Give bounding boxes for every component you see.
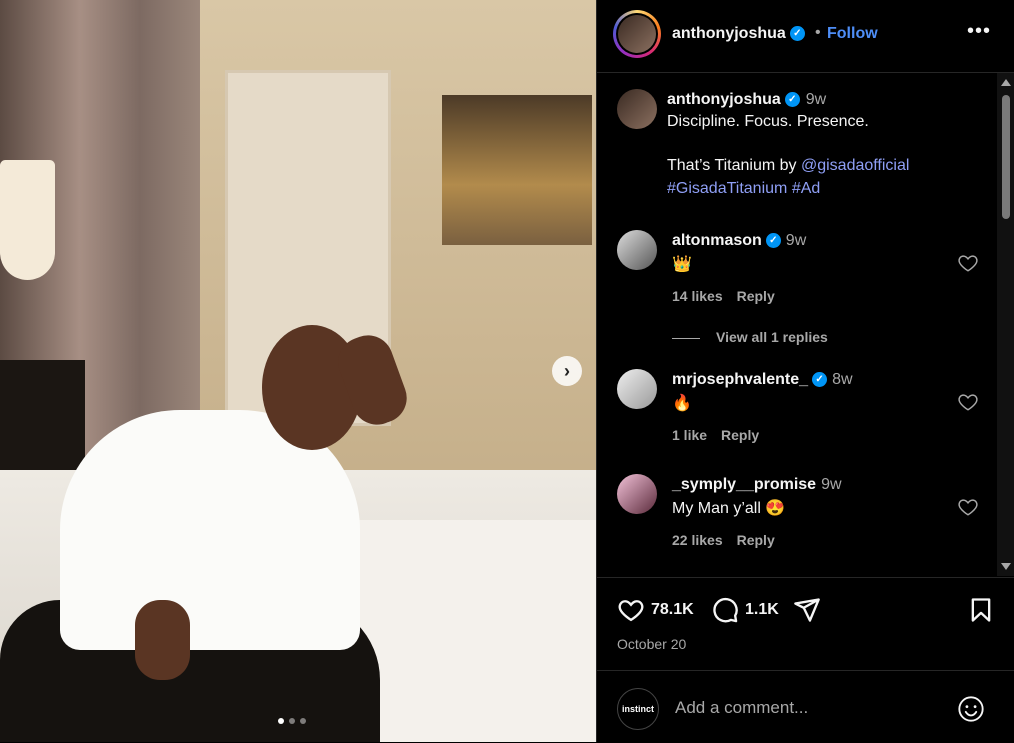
comment-header: altonmason ✓ 9w (672, 232, 806, 250)
caption-text: Discipline. Focus. Presence. (667, 113, 869, 130)
caption-username[interactable]: anthonyjoshua (667, 91, 781, 108)
comment-time: 9w (821, 476, 842, 493)
comment-input[interactable] (673, 697, 937, 719)
author-avatar[interactable] (618, 15, 656, 53)
comment-text: 👑 (672, 256, 692, 273)
post-actions: 78.1K 1.1K October 20 (597, 577, 1014, 670)
emoji-icon[interactable] (957, 695, 985, 723)
share-button[interactable] (793, 596, 821, 624)
caption-hashtags: #GisadaTitanium #Ad (667, 180, 820, 198)
heart-icon[interactable] (957, 391, 979, 413)
bookmark-icon[interactable] (967, 596, 995, 624)
photo-cabinet (0, 360, 85, 480)
comment-text: My Man y’all 😍 (672, 500, 786, 517)
caption-avatar[interactable] (617, 89, 657, 129)
follow-button[interactable]: Follow (827, 25, 878, 43)
commenter-username[interactable]: mrjosephvalente_ (672, 371, 808, 388)
comment-text: 🔥 (672, 395, 692, 412)
post-header: anthonyjoshua ✓ • Follow ••• (597, 0, 1014, 73)
comment-button[interactable]: 1.1K (711, 596, 779, 624)
caption-time: 9w (805, 91, 827, 108)
commenter-username[interactable]: altonmason (672, 232, 762, 249)
comment-meta: 22 likes Reply (672, 532, 789, 548)
comment-icon[interactable] (711, 596, 739, 624)
separator-dot: • (815, 24, 821, 41)
add-comment-bar: instinct (597, 670, 1014, 743)
heart-icon[interactable] (957, 252, 979, 274)
comment-likes-link[interactable]: 1 like (672, 427, 707, 443)
photo-painting (442, 95, 592, 245)
comments-list[interactable]: anthonyjoshua ✓ 9w Discipline. Focus. Pres… (597, 73, 997, 576)
carousel-dot (278, 718, 284, 724)
hashtag-link[interactable]: #GisadaTitanium (667, 180, 787, 197)
comment-time: 8w (832, 371, 853, 388)
comment-time: 9w (785, 232, 807, 249)
author-username[interactable]: anthonyjoshua ✓ (672, 25, 805, 43)
reply-button[interactable]: Reply (737, 288, 775, 304)
commenter-avatar[interactable] (617, 369, 657, 409)
caption-text-line2: That’s Titanium by @gisadaofficial (667, 157, 909, 175)
caption-header: anthonyjoshua ✓ 9w (667, 91, 826, 109)
caption-mention-link[interactable]: @gisadaofficial (801, 157, 909, 174)
comment-header: mrjosephvalente_ ✓ 8w (672, 371, 853, 389)
scrollbar-thumb[interactable] (1002, 95, 1010, 219)
comment-header: _symply__promise 9w (672, 476, 842, 494)
post-panel: anthonyjoshua ✓ • Follow ••• anthonyjoshu… (596, 0, 1014, 742)
post-photo[interactable]: › (0, 0, 596, 742)
commenter-avatar[interactable] (617, 474, 657, 514)
heart-icon[interactable] (957, 496, 979, 518)
comment-likes-link[interactable]: 22 likes (672, 532, 723, 548)
verified-icon: ✓ (789, 26, 805, 42)
like-button[interactable]: 78.1K (617, 596, 694, 624)
likes-count[interactable]: 78.1K (651, 601, 694, 619)
carousel-next-button[interactable]: › (552, 356, 582, 386)
comment-likes-link[interactable]: 14 likes (672, 288, 723, 304)
carousel-dot (289, 718, 295, 724)
comments-scrollbar[interactable] (997, 73, 1014, 576)
view-replies-button[interactable]: View all 1 replies (672, 329, 828, 345)
caption-prefix: That’s Titanium by (667, 157, 801, 174)
verified-icon: ✓ (784, 92, 800, 108)
carousel-dot (300, 718, 306, 724)
verified-icon: ✓ (765, 233, 781, 249)
commenter-username[interactable]: _symply__promise (672, 476, 816, 493)
verified-icon: ✓ (812, 372, 828, 388)
comments-count[interactable]: 1.1K (745, 601, 779, 619)
hashtag-link[interactable]: #Ad (792, 180, 820, 197)
carousel-dots (278, 718, 306, 724)
author-avatar-ring[interactable] (613, 10, 661, 58)
author-username-text[interactable]: anthonyjoshua (672, 25, 786, 42)
current-user-avatar[interactable]: instinct (617, 688, 659, 730)
commenter-avatar[interactable] (617, 230, 657, 270)
scroll-down-icon[interactable] (1001, 563, 1011, 570)
save-button[interactable] (967, 596, 995, 624)
photo-lamp (0, 160, 55, 280)
scroll-up-icon[interactable] (1001, 79, 1011, 86)
photo-person-hand (135, 600, 190, 680)
reply-button[interactable]: Reply (721, 427, 759, 443)
more-options-icon[interactable]: ••• (967, 20, 991, 43)
heart-icon[interactable] (617, 596, 645, 624)
comment-meta: 14 likes Reply (672, 288, 789, 304)
reply-button[interactable]: Reply (737, 532, 775, 548)
share-icon[interactable] (793, 596, 821, 624)
post-date[interactable]: October 20 (617, 636, 686, 652)
comment-meta: 1 like Reply (672, 427, 773, 443)
